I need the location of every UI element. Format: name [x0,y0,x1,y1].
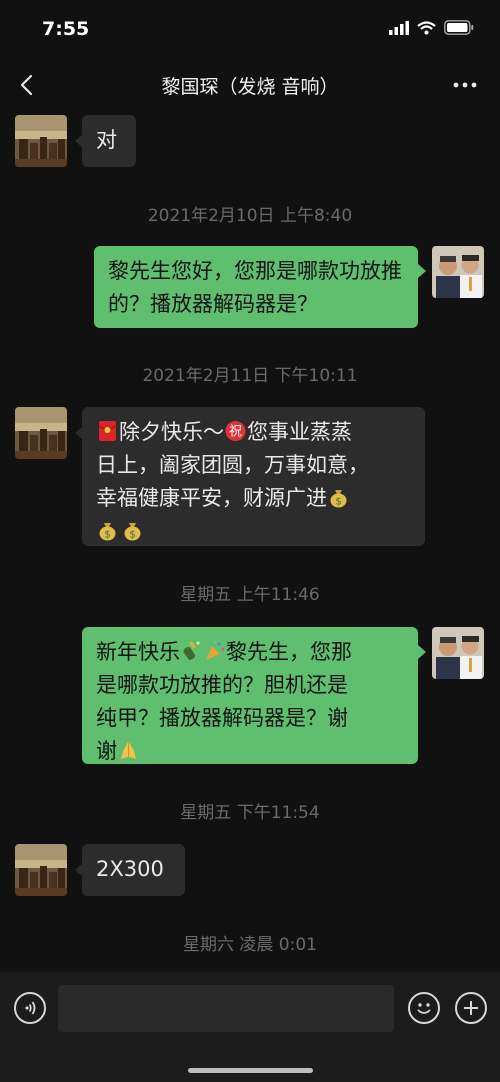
back-button[interactable] [14,68,44,102]
sent-message-bubble[interactable]: 黎先生您好，您那是哪款功放推的？播放器解码器是？ [94,246,418,328]
sent-message-bubble[interactable]: 新年快乐 黎先生，您那 是哪款功放推的？胆机还是 纯甲？播放器解码器是？谢 谢 [82,627,418,764]
bubble-tail [418,645,426,659]
more-functions-button[interactable] [455,992,487,1024]
battery-icon [444,20,474,35]
message-text: 对 [96,128,117,152]
message-line: 谢 [96,735,404,768]
timestamp: 星期五 上午11:46 [180,585,320,605]
received-message-bubble[interactable]: 除夕快乐～ 祝 您事业蒸蒸 日上，阖家团圆，万事如意， 幸福健康平安，财源广进 … [82,407,425,546]
timestamp: 星期六 凌晨 0:01 [183,935,317,955]
money-bag-icon: $ [99,523,116,541]
chevron-left-icon [20,74,33,96]
money-bag-icon: $ [124,523,141,541]
contact-avatar[interactable] [15,844,67,896]
bubble-tail [418,264,426,278]
voice-button[interactable] [14,992,46,1024]
message-text: 黎先生您好，您那是哪款功放推的？播放器解码器是？ [108,259,402,316]
smiley-icon [417,1003,431,1014]
self-avatar[interactable] [432,627,484,679]
folded-hands-icon [121,742,136,759]
signal-icon [389,20,409,35]
more-dots-icon [453,82,477,88]
wifi-icon [417,20,436,34]
timestamp: 2021年2月10日 上午8:40 [147,206,353,226]
svg-text:$: $ [335,497,341,508]
more-options-button[interactable] [448,72,482,98]
input-bar [0,972,500,1082]
home-indicator [188,1068,313,1073]
status-bar: 7:55 [0,0,500,58]
received-message-bubble[interactable]: 对 [82,115,136,167]
svg-text:祝: 祝 [229,425,242,440]
timestamp: 2021年2月11日 下午10:11 [142,366,358,386]
message-line: $ $ [96,515,411,548]
emoji-button[interactable] [408,992,440,1024]
message-input[interactable] [58,985,394,1032]
red-envelope-icon [98,421,117,441]
contact-avatar-image [15,844,67,896]
timestamp: 星期五 下午11:54 [180,803,320,823]
self-avatar-image [432,246,484,298]
received-message-bubble[interactable]: 2X300 [82,844,185,896]
message-line: 新年快乐 黎先生，您那 [96,640,352,664]
self-avatar[interactable] [432,246,484,298]
message-text: 2X300 [96,857,164,881]
svg-text:$: $ [129,530,135,541]
party-popper-icon [206,640,225,660]
svg-text:$: $ [104,530,110,541]
message-line: 日上，阖家团圆，万事如意， [96,453,369,477]
champagne-bottle-icon [183,641,200,660]
contact-avatar-image [15,407,67,459]
contact-avatar[interactable] [15,407,67,459]
chat-title: 黎国琛（发烧 音响） [161,76,339,98]
message-line: 是哪款功放推的？胆机还是 [96,673,348,697]
nav-bar: 黎国琛（发烧 音响） [0,58,500,112]
status-time: 7:55 [42,18,90,40]
voice-icon [25,1001,36,1015]
congratulation-ideograph-icon: 祝 [225,421,246,441]
plus-icon [464,1001,478,1015]
status-icons [389,20,474,35]
contact-avatar-image [15,115,67,167]
message-line: 纯甲？播放器解码器是？谢 [96,706,348,730]
contact-avatar[interactable] [15,115,67,167]
message-line: 幸福健康平安，财源广进 $ [96,482,411,515]
self-avatar-image [432,627,484,679]
money-bag-icon: $ [330,490,347,508]
message-line: 除夕快乐～ 祝 您事业蒸蒸 [96,416,411,449]
